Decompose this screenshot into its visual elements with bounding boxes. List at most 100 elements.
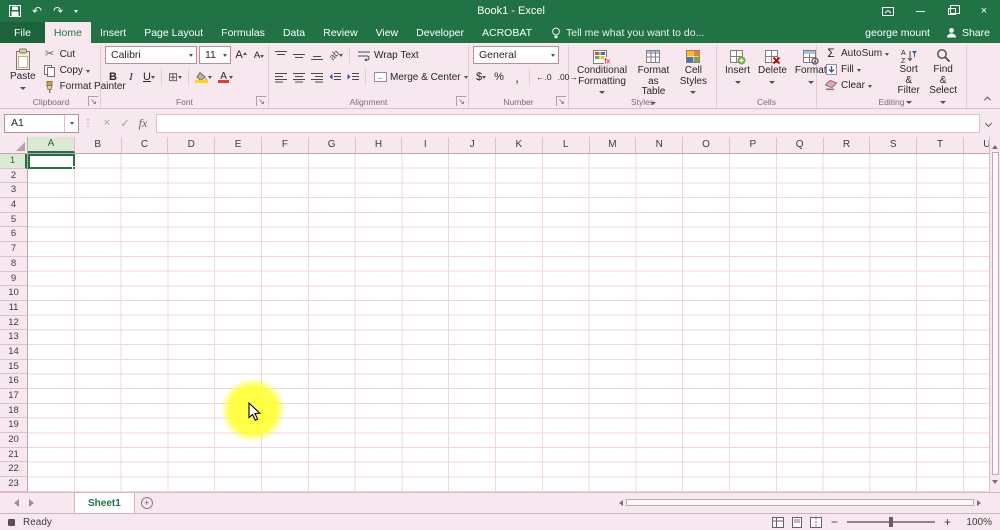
formula-input[interactable]: [156, 114, 980, 133]
tell-me-box[interactable]: Tell me what you want to do...: [551, 22, 704, 43]
scroll-left-arrow[interactable]: [616, 500, 623, 506]
row-header-15[interactable]: 15: [0, 360, 27, 375]
tab-page-layout[interactable]: Page Layout: [135, 22, 212, 43]
row-header-6[interactable]: 6: [0, 227, 27, 242]
font-name-combo[interactable]: Calibri: [105, 46, 197, 64]
vertical-scrollbar-thumb[interactable]: [992, 152, 999, 475]
name-box-dropdown[interactable]: [64, 115, 78, 132]
tab-review[interactable]: Review: [314, 22, 366, 43]
customize-qat-icon[interactable]: [74, 10, 78, 15]
select-all-button[interactable]: [0, 137, 28, 154]
column-header-N[interactable]: N: [636, 137, 683, 153]
collapse-ribbon-button[interactable]: [980, 92, 994, 104]
column-header-S[interactable]: S: [870, 137, 917, 153]
number-format-combo[interactable]: General: [473, 46, 559, 64]
grow-font-button[interactable]: A: [233, 46, 249, 64]
share-button[interactable]: Share: [946, 27, 990, 39]
row-header-17[interactable]: 17: [0, 389, 27, 404]
row-header-2[interactable]: 2: [0, 169, 27, 184]
column-header-G[interactable]: G: [309, 137, 356, 153]
row-header-18[interactable]: 18: [0, 404, 27, 419]
paste-button[interactable]: Paste: [6, 46, 40, 95]
increase-indent-button[interactable]: [345, 68, 361, 86]
bottom-align-button[interactable]: [309, 46, 325, 64]
previous-sheet-arrow[interactable]: [10, 499, 19, 507]
row-header-23[interactable]: 23: [0, 477, 27, 492]
row-header-22[interactable]: 22: [0, 462, 27, 477]
cell-styles-button[interactable]: CellStyles: [676, 46, 711, 99]
row-header-13[interactable]: 13: [0, 330, 27, 345]
borders-button[interactable]: ⊞: [166, 68, 184, 86]
expand-formula-bar-button[interactable]: [980, 114, 996, 133]
column-header-A[interactable]: A: [28, 137, 75, 153]
insert-function-button[interactable]: fx: [134, 114, 152, 133]
column-header-B[interactable]: B: [75, 137, 122, 153]
fill-handle[interactable]: [72, 166, 76, 170]
horizontal-scrollbar[interactable]: [611, 493, 989, 512]
scroll-down-arrow[interactable]: [992, 480, 998, 487]
redo-icon[interactable]: ↷: [53, 5, 63, 17]
bold-button[interactable]: B: [105, 68, 121, 86]
next-sheet-arrow[interactable]: [29, 499, 38, 507]
middle-align-button[interactable]: [291, 46, 307, 64]
row-header-7[interactable]: 7: [0, 242, 27, 257]
row-header-20[interactable]: 20: [0, 433, 27, 448]
insert-cells-button[interactable]: Insert: [721, 46, 754, 89]
top-align-button[interactable]: [273, 46, 289, 64]
column-header-H[interactable]: H: [356, 137, 403, 153]
comma-format-button[interactable]: ,: [509, 68, 525, 86]
underline-button[interactable]: U: [141, 68, 157, 86]
conditional-formatting-button[interactable]: fx ConditionalFormatting: [573, 46, 631, 99]
tab-home[interactable]: Home: [45, 22, 91, 43]
column-header-C[interactable]: C: [122, 137, 169, 153]
row-header-5[interactable]: 5: [0, 213, 27, 228]
column-header-O[interactable]: O: [683, 137, 730, 153]
row-header-4[interactable]: 4: [0, 198, 27, 213]
undo-icon[interactable]: ↶: [32, 5, 42, 17]
fill-button[interactable]: Fill: [821, 62, 892, 77]
currency-format-button[interactable]: $: [473, 68, 489, 86]
name-box[interactable]: A1: [4, 114, 79, 133]
align-center-button[interactable]: [291, 68, 307, 86]
tab-data[interactable]: Data: [274, 22, 314, 43]
increase-decimal-button[interactable]: ←.0: [534, 69, 554, 85]
ribbon-display-options-button[interactable]: [872, 0, 904, 22]
row-header-3[interactable]: 3: [0, 183, 27, 198]
vertical-scrollbar[interactable]: [989, 137, 1000, 492]
normal-view-button[interactable]: [772, 517, 784, 528]
italic-button[interactable]: I: [123, 68, 139, 86]
align-left-button[interactable]: [273, 68, 289, 86]
decrease-indent-button[interactable]: [327, 68, 343, 86]
column-header-D[interactable]: D: [168, 137, 215, 153]
tab-developer[interactable]: Developer: [407, 22, 473, 43]
column-header-P[interactable]: P: [730, 137, 777, 153]
tab-formulas[interactable]: Formulas: [212, 22, 274, 43]
merge-center-button[interactable]: ↔ Merge & Center: [370, 70, 471, 85]
clear-button[interactable]: Clear: [821, 78, 892, 93]
delete-cells-button[interactable]: Delete: [754, 46, 791, 89]
column-header-M[interactable]: M: [590, 137, 637, 153]
sheet-tab-sheet1[interactable]: Sheet1: [74, 493, 135, 513]
column-header-R[interactable]: R: [824, 137, 871, 153]
minimize-button[interactable]: [904, 0, 936, 22]
column-header-I[interactable]: I: [402, 137, 449, 153]
column-header-T[interactable]: T: [917, 137, 964, 153]
align-right-button[interactable]: [309, 68, 325, 86]
row-header-8[interactable]: 8: [0, 257, 27, 272]
macro-record-button[interactable]: [8, 519, 15, 526]
row-header-16[interactable]: 16: [0, 374, 27, 389]
wrap-text-button[interactable]: Wrap Text: [354, 48, 422, 63]
column-header-Q[interactable]: Q: [777, 137, 824, 153]
zoom-slider[interactable]: [847, 521, 935, 523]
tab-file[interactable]: File: [0, 22, 45, 43]
zoom-level[interactable]: 100%: [960, 517, 992, 528]
page-break-view-button[interactable]: [810, 517, 822, 528]
save-icon[interactable]: [9, 5, 21, 17]
restore-button[interactable]: [936, 0, 968, 22]
scroll-up-arrow[interactable]: [992, 142, 998, 149]
page-layout-view-button[interactable]: [791, 517, 803, 528]
cancel-entry-button[interactable]: ×: [98, 114, 116, 133]
column-header-F[interactable]: F: [262, 137, 309, 153]
zoom-out-button[interactable]: −: [829, 517, 840, 527]
scroll-right-arrow[interactable]: [977, 500, 984, 506]
